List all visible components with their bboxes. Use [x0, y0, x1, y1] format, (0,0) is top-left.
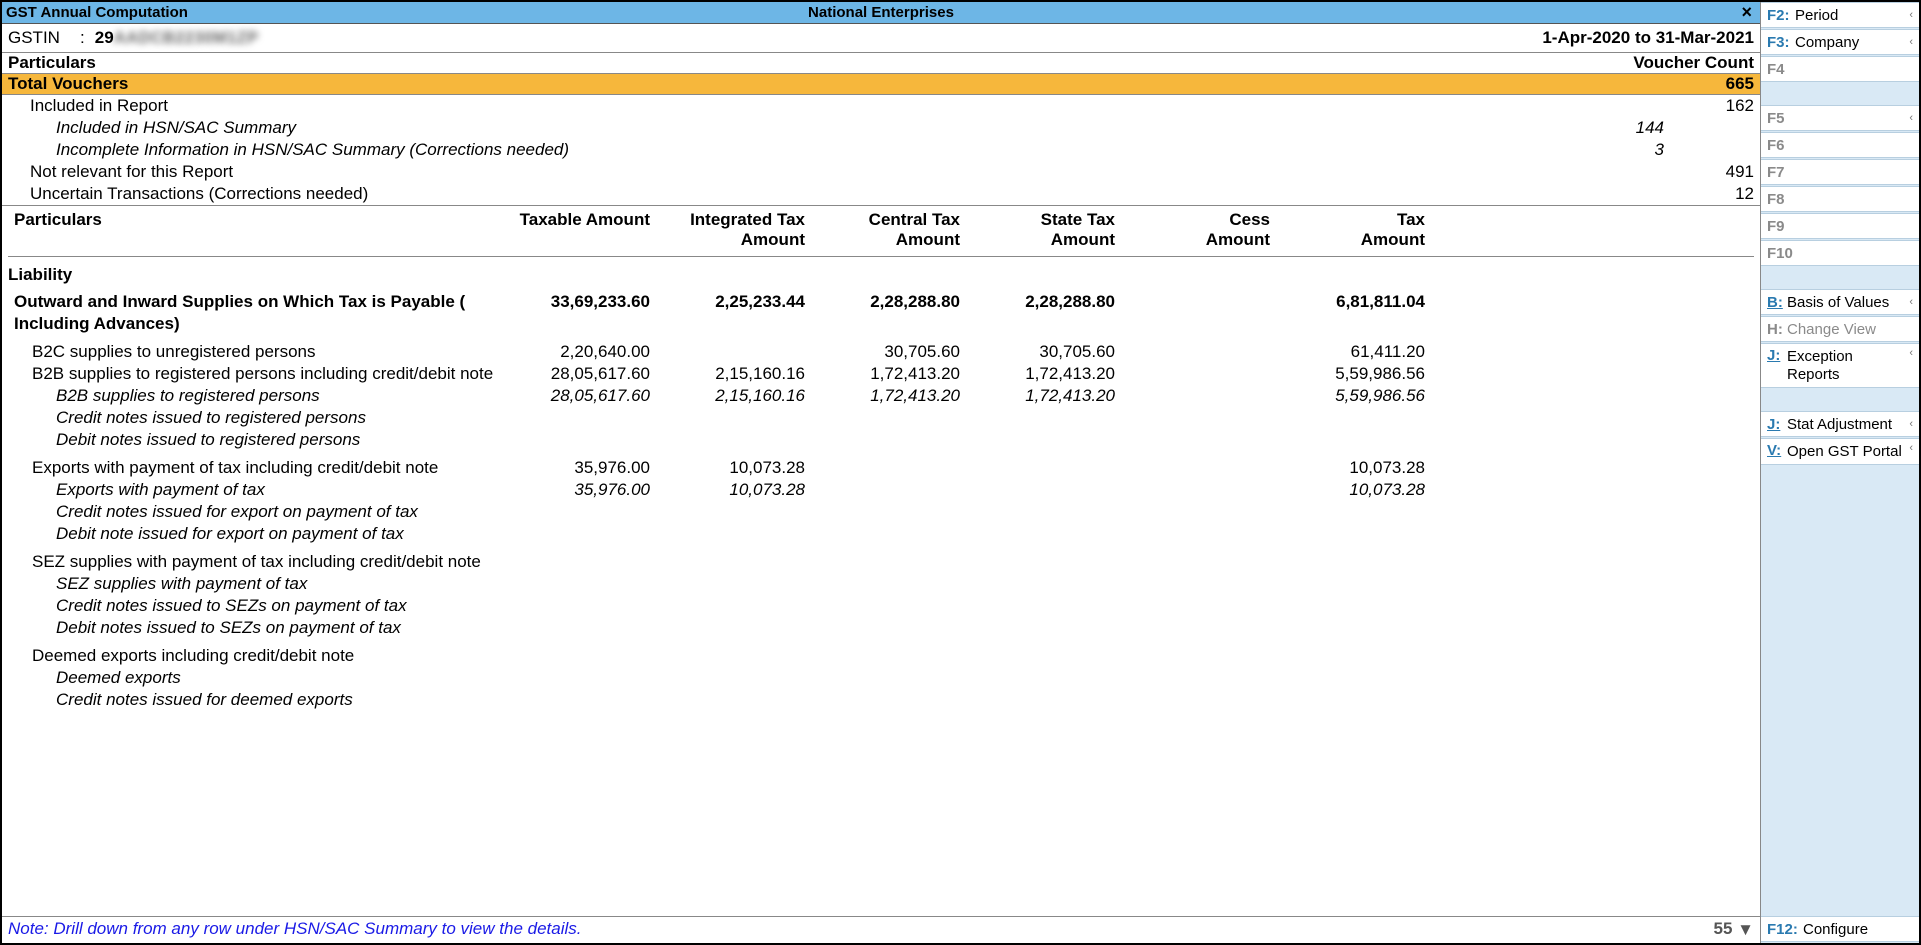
table-row[interactable]: Debit notes issued to registered persons	[8, 429, 1754, 451]
f2-period-button[interactable]: F2:Period‹	[1761, 2, 1919, 28]
chevron-left-icon: ‹	[1907, 347, 1915, 359]
f10-button: F10	[1761, 240, 1919, 266]
total-vouchers-row[interactable]: Total Vouchers 665	[2, 74, 1760, 95]
summary-row[interactable]: Uncertain Transactions (Corrections need…	[8, 183, 1754, 205]
table-row[interactable]: Credit notes issued to SEZs on payment o…	[8, 595, 1754, 617]
table-row[interactable]: B2B supplies to registered persons inclu…	[8, 363, 1754, 385]
page-down-icon: ▼	[1737, 920, 1754, 940]
f8-button: F8	[1761, 186, 1919, 212]
footer-note: Note: Drill down from any row under HSN/…	[8, 919, 581, 939]
f7-button: F7	[1761, 159, 1919, 185]
chevron-left-icon: ‹	[1907, 9, 1915, 21]
pager[interactable]: 55 ▼	[1714, 919, 1754, 939]
change-view-button: H:Change View	[1761, 316, 1919, 342]
table-row[interactable]: Exports with payment of tax 35,976.00 10…	[8, 479, 1754, 501]
period-label: 1-Apr-2020 to 31-Mar-2021	[1542, 28, 1754, 48]
row-label: Outward and Inward Supplies on Which Tax…	[8, 291, 503, 335]
footer-bar: Note: Drill down from any row under HSN/…	[2, 916, 1760, 943]
table-row[interactable]: Deemed exports including credit/debit no…	[8, 645, 1754, 667]
col-cess: CessAmount	[1123, 210, 1278, 250]
table-row[interactable]: B2B supplies to registered persons 28,05…	[8, 385, 1754, 407]
f6-button: F6	[1761, 132, 1919, 158]
stat-adjustment-button[interactable]: J:Stat Adjustment‹	[1761, 411, 1919, 437]
table-row[interactable]: Credit notes issued for export on paymen…	[8, 501, 1754, 523]
table-row[interactable]: SEZ supplies with payment of tax includi…	[8, 551, 1754, 573]
sidebar: F2:Period‹ F3:Company‹ F4 F5‹ F6 F7 F8 F…	[1761, 2, 1919, 943]
table-row[interactable]: SEZ supplies with payment of tax	[8, 573, 1754, 595]
total-vouchers-count: 665	[1726, 74, 1754, 94]
title-bar: GST Annual Computation National Enterpri…	[2, 2, 1760, 24]
chevron-left-icon: ‹	[1907, 442, 1915, 454]
chevron-left-icon: ‹	[1907, 418, 1915, 430]
gstin-value: 29AADCB2230M1ZP	[95, 28, 258, 48]
summary-row[interactable]: Included in HSN/SAC Summary 144	[8, 117, 1754, 139]
table-row[interactable]: Outward and Inward Supplies on Which Tax…	[8, 291, 1754, 335]
col-cgst: Central TaxAmount	[813, 210, 968, 250]
col-particulars: Particulars	[8, 210, 503, 250]
total-vouchers-label: Total Vouchers	[8, 74, 128, 94]
f12-configure-button[interactable]: F12:Configure	[1761, 916, 1919, 942]
gstin-label: GSTIN	[8, 28, 80, 48]
col-igst: Integrated TaxAmount	[658, 210, 813, 250]
info-bar: GSTIN : 29AADCB2230M1ZP 1-Apr-2020 to 31…	[2, 24, 1760, 53]
summary-header-right: Voucher Count	[1633, 53, 1754, 73]
table-row[interactable]: B2C supplies to unregistered persons 2,2…	[8, 341, 1754, 363]
table-row[interactable]: Exports with payment of tax including cr…	[8, 457, 1754, 479]
summary-row[interactable]: Incomplete Information in HSN/SAC Summar…	[8, 139, 1754, 161]
table-row[interactable]: Credit notes issued to registered person…	[8, 407, 1754, 429]
table-row[interactable]: Debit note issued for export on payment …	[8, 523, 1754, 545]
summary-header-left: Particulars	[8, 53, 96, 73]
exception-reports-button[interactable]: J:Exception Reports‹	[1761, 343, 1919, 388]
section-liability: Liability	[8, 257, 1754, 291]
table-header: Particulars Taxable Amount Integrated Ta…	[8, 206, 1754, 257]
company-name: National Enterprises	[2, 4, 1760, 21]
chevron-left-icon: ‹	[1907, 36, 1915, 48]
computation-table: Particulars Taxable Amount Integrated Ta…	[2, 206, 1760, 916]
chevron-left-icon: ‹	[1907, 296, 1915, 308]
basis-of-values-button[interactable]: B:Basis of Values‹	[1761, 289, 1919, 315]
f3-company-button[interactable]: F3:Company‹	[1761, 29, 1919, 55]
col-taxable: Taxable Amount	[503, 210, 658, 250]
summary-row[interactable]: Not relevant for this Report 491	[8, 161, 1754, 183]
close-icon[interactable]: ×	[1737, 2, 1756, 23]
table-row[interactable]: Debit notes issued to SEZs on payment of…	[8, 617, 1754, 639]
col-tax: TaxAmount	[1278, 210, 1433, 250]
chevron-left-icon: ‹	[1907, 112, 1915, 124]
f5-button: F5‹	[1761, 105, 1919, 131]
col-sgst: State TaxAmount	[968, 210, 1123, 250]
table-row[interactable]: Credit notes issued for deemed exports	[8, 689, 1754, 711]
gstin-colon: :	[80, 28, 95, 48]
summary-row[interactable]: Included in Report 162	[8, 95, 1754, 117]
report-title: GST Annual Computation	[6, 4, 188, 21]
voucher-summary: Included in Report 162 Included in HSN/S…	[2, 95, 1760, 206]
f4-button: F4	[1761, 56, 1919, 82]
table-row[interactable]: Deemed exports	[8, 667, 1754, 689]
summary-header: Particulars Voucher Count	[2, 53, 1760, 74]
f9-button: F9	[1761, 213, 1919, 239]
open-gst-portal-button[interactable]: V:Open GST Portal‹	[1761, 438, 1919, 465]
